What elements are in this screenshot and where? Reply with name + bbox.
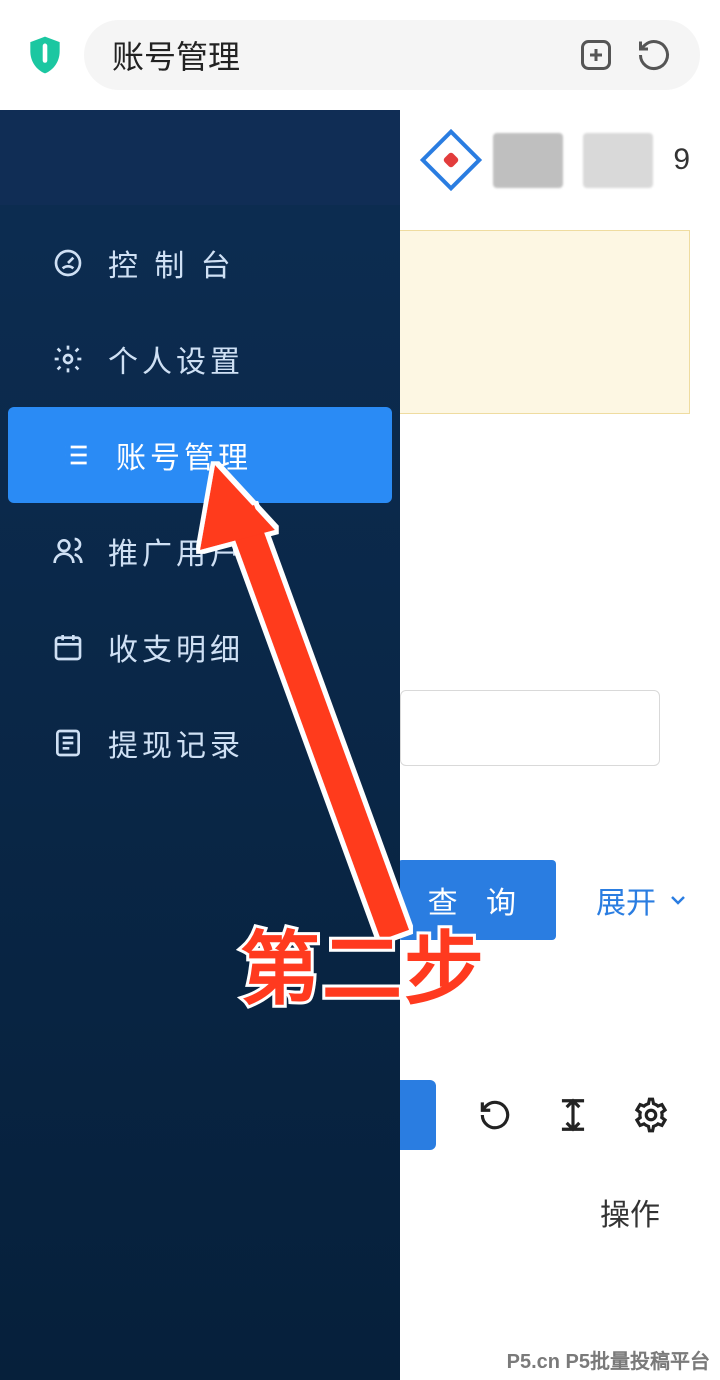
reload-icon[interactable] (636, 37, 672, 73)
list-icon (60, 439, 92, 471)
sidebar-item-label: 推广用户 (108, 529, 244, 573)
refresh-icon[interactable] (476, 1096, 514, 1134)
sidebar-item-label: 控 制 台 (108, 241, 235, 285)
sidebar-item-label: 收支明细 (108, 625, 244, 669)
sidebar-item-transactions[interactable]: 收支明细 (0, 599, 400, 695)
gauge-icon (52, 247, 84, 279)
add-tab-icon[interactable] (578, 37, 614, 73)
obscured-chip (493, 133, 563, 188)
sidebar-item-withdrawals[interactable]: 提现记录 (0, 695, 400, 791)
watermark: P5.cn P5批量投稿平台 (507, 1345, 710, 1374)
document-icon (52, 727, 84, 759)
expand-label: 展开 (596, 878, 656, 922)
annotation-step-label: 第二步 (240, 905, 486, 1021)
shield-icon (20, 30, 70, 80)
sidebar-item-accounts[interactable]: 账号管理 (8, 407, 392, 503)
table-header-op: 操作 (600, 1190, 660, 1234)
sidebar-item-label: 账号管理 (116, 433, 252, 477)
sidebar-item-settings[interactable]: 个人设置 (0, 311, 400, 407)
users-icon (52, 535, 84, 567)
sidebar-item-referrals[interactable]: 推广用户 (0, 503, 400, 599)
drawer-header (0, 110, 400, 205)
calendar-icon (52, 631, 84, 663)
sidebar-item-label: 个人设置 (108, 337, 244, 381)
sidebar-item-dashboard[interactable]: 控 制 台 (0, 215, 400, 311)
obscured-chip (583, 133, 653, 188)
chevron-down-icon (666, 888, 690, 912)
address-text: 账号管理 (112, 32, 240, 78)
sidebar-item-label: 提现记录 (108, 721, 244, 765)
column-height-icon[interactable] (554, 1096, 592, 1134)
text-input[interactable] (400, 690, 660, 766)
header-badge: 9 (673, 143, 690, 177)
sidebar-drawer: 控 制 台 个人设置 账号管理 推广用户 收支明细 提现记录 (0, 110, 400, 1380)
brand-logo-icon (420, 129, 482, 191)
expand-toggle[interactable]: 展开 (596, 878, 690, 922)
address-bar[interactable]: 账号管理 (84, 20, 700, 90)
gear-icon[interactable] (632, 1096, 670, 1134)
gear-icon (52, 343, 84, 375)
active-chip[interactable] (400, 1080, 436, 1150)
